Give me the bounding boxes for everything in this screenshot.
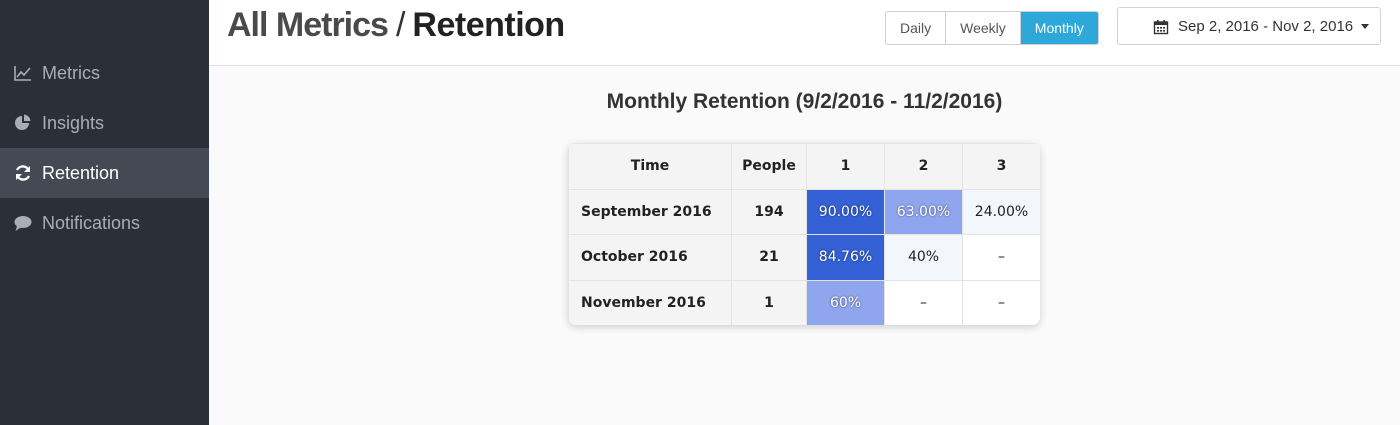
row-time: September 2016	[568, 188, 732, 235]
caret-down-icon	[1361, 23, 1370, 29]
retention-cell: 40%	[884, 234, 963, 281]
page-title: All Metrics / Retention	[227, 6, 565, 45]
refresh-icon	[12, 162, 34, 184]
table-header-row: Time People 1 2 3	[568, 143, 1040, 190]
breadcrumb-current: Retention	[412, 6, 565, 44]
date-range-picker[interactable]: Sep 2, 2016 - Nov 2, 2016	[1117, 7, 1381, 45]
pie-chart-icon	[12, 112, 34, 134]
row-people: 21	[731, 234, 807, 281]
retention-cell: –	[962, 279, 1040, 325]
retention-table: Time People 1 2 3 September 2016 194 90.…	[568, 143, 1040, 325]
line-chart-icon	[12, 62, 34, 84]
retention-cell: –	[962, 234, 1040, 281]
retention-cell: –	[884, 279, 963, 325]
sidebar-item-label: Notifications	[42, 212, 141, 233]
period-toggle: Daily Weekly Monthly	[885, 11, 1099, 45]
row-people: 1	[731, 279, 807, 325]
retention-cell: 63.00%	[884, 188, 963, 235]
sidebar-item-insights[interactable]: Insights	[0, 98, 209, 148]
breadcrumb-root[interactable]: All Metrics	[227, 6, 389, 44]
weekly-button[interactable]: Weekly	[946, 12, 1021, 44]
topbar: All Metrics / Retention Daily Weekly Month…	[209, 0, 1400, 66]
sidebar-item-label: Metrics	[42, 62, 100, 83]
column-header-period-2: 2	[884, 143, 963, 190]
sidebar-item-retention[interactable]: Retention	[0, 148, 209, 198]
row-people: 194	[731, 188, 807, 235]
retention-cell: 24.00%	[962, 188, 1040, 235]
sidebar: Metrics Insights Retention Notifications	[0, 0, 209, 425]
sidebar-item-metrics[interactable]: Metrics	[0, 48, 209, 98]
monthly-button[interactable]: Monthly	[1020, 12, 1098, 44]
table-row: September 2016 194 90.00% 63.00% 24.00%	[568, 188, 1040, 235]
table-row: October 2016 21 84.76% 40% –	[568, 234, 1040, 281]
report-title: Monthly Retention (9/2/2016 - 11/2/2016)	[606, 90, 1003, 113]
calendar-icon	[1153, 20, 1169, 35]
retention-cell: 60%	[806, 279, 885, 325]
column-header-period-1: 1	[806, 143, 885, 190]
sidebar-item-label: Insights	[42, 112, 105, 133]
sidebar-item-label: Retention	[42, 162, 120, 183]
table-row: November 2016 1 60% – –	[568, 279, 1040, 325]
column-header-time: Time	[568, 143, 732, 190]
row-time: October 2016	[568, 234, 732, 281]
breadcrumb-separator: /	[395, 6, 406, 44]
comment-icon	[12, 212, 34, 234]
column-header-period-3: 3	[962, 143, 1040, 190]
retention-cell: 90.00%	[806, 188, 885, 235]
retention-cell: 84.76%	[806, 234, 885, 281]
sidebar-item-notifications[interactable]: Notifications	[0, 198, 209, 248]
column-header-people: People	[731, 143, 807, 190]
date-range-label: Sep 2, 2016 - Nov 2, 2016	[1178, 17, 1354, 35]
row-time: November 2016	[568, 279, 732, 325]
daily-button[interactable]: Daily	[886, 12, 947, 44]
